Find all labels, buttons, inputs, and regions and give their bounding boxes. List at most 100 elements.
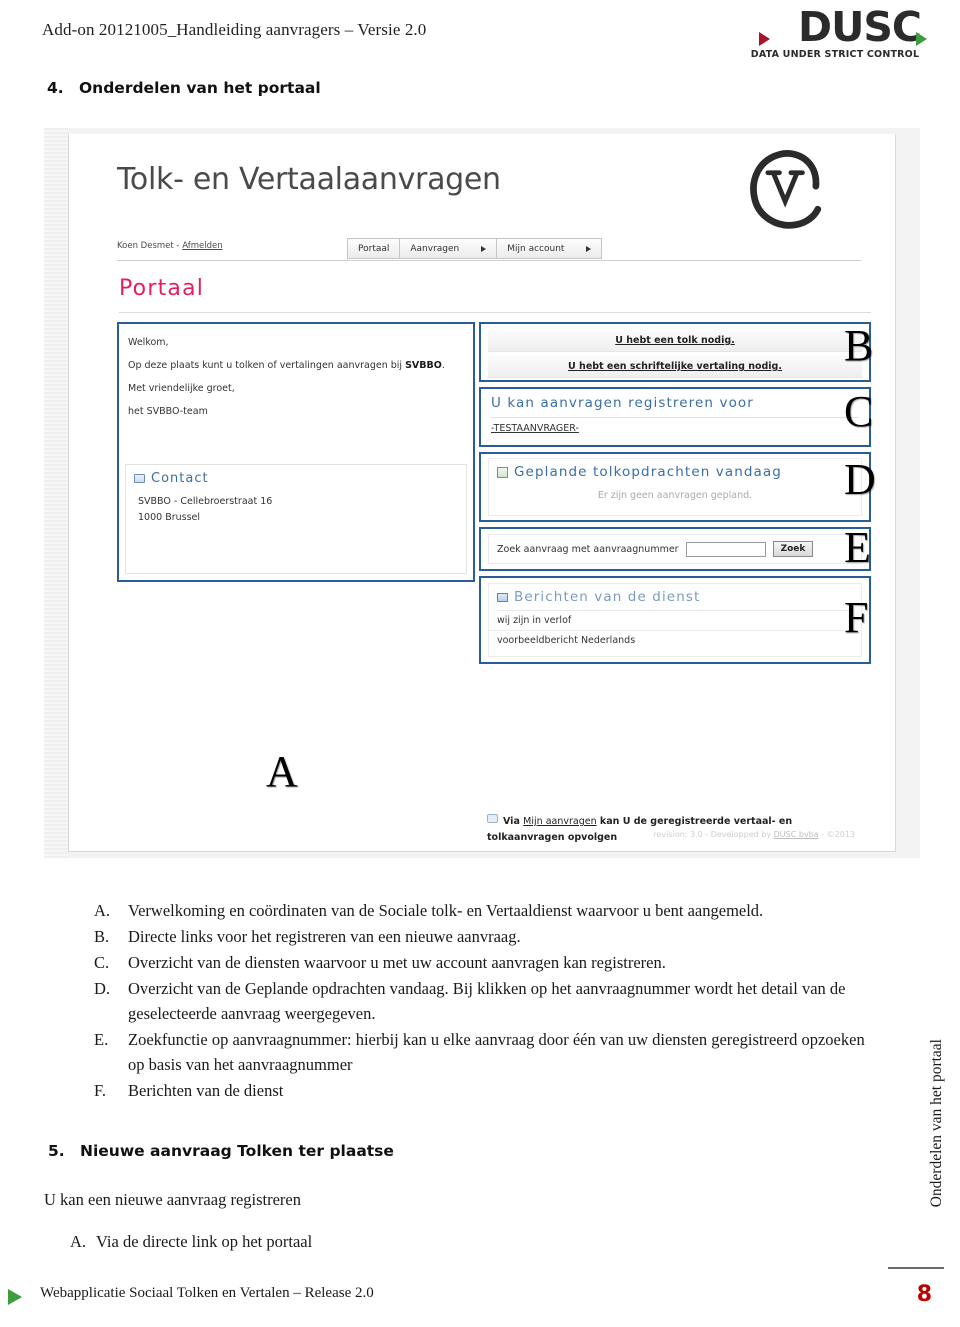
portal-app-title: Tolk- en Vertaalaanvragen: [117, 162, 501, 197]
logout-link[interactable]: Afmelden: [182, 241, 222, 251]
page-number: 8: [916, 1282, 932, 1307]
panel-f-title: Berichten van de dienst: [489, 584, 861, 605]
document-header: Add-on 20121005_Handleiding aanvragers –…: [0, 0, 960, 72]
panel-d-empty-message: Er zijn geen aanvragen gepland.: [597, 490, 753, 501]
callout-marker-c: C: [844, 387, 874, 436]
section-5-sub-text: Via de directe link op het portaal: [96, 1232, 313, 1251]
legend-text: Berichten van de dienst: [128, 1081, 284, 1100]
user-info: Koen Desmet - Afmelden: [117, 241, 223, 251]
contact-title: Contact: [126, 465, 466, 486]
user-name-label: Koen Desmet -: [117, 241, 183, 251]
org-name: SVBBO: [405, 360, 442, 371]
greeting-line: Met vriendelijke groet,: [128, 383, 235, 394]
list-item: F. Berichten van de dienst: [94, 1078, 884, 1103]
service-link-testaanvrager[interactable]: -TESTAANVRAGER-: [481, 418, 869, 434]
contact-title-label: Contact: [151, 471, 209, 486]
logo-wordmark: DUSC: [798, 3, 922, 51]
v-circle-logo-icon: [750, 150, 822, 229]
section-5-intro: U kan een nieuwe aanvraag registreren: [44, 1190, 301, 1209]
panel-c-title: U kan aanvragen registreren voor: [491, 395, 754, 411]
logo-right-triangle-icon: [916, 32, 927, 46]
envelope-icon: [497, 592, 508, 602]
section-5-sub-item: A. Via de directe link op het portaal: [70, 1232, 312, 1252]
revision-post: - ©2013: [818, 830, 855, 839]
panel-d-inner: Geplande tolkopdrachten vandaag Er zijn …: [488, 458, 862, 516]
panel-f-inner: Berichten van de dienst wij zijn in verl…: [488, 583, 862, 657]
callout-marker-a: A: [266, 747, 298, 796]
link-tolk-nodig[interactable]: U hebt een tolk nodig.: [488, 330, 862, 352]
welcome-line: Welkom,: [128, 337, 169, 348]
portal-right-column: U hebt een tolk nodig. U hebt een schrif…: [479, 322, 871, 664]
nav-label-mijn-account: Mijn account: [507, 243, 565, 254]
search-row: Zoek aanvraag met aanvraagnummer Zoek: [488, 534, 862, 564]
callout-marker-e: E: [844, 523, 871, 572]
panel-d-scheduled: Geplande tolkopdrachten vandaag Er zijn …: [479, 452, 871, 522]
nav-item-mijn-account[interactable]: Mijn account: [497, 239, 601, 258]
link-tolk-nodig-label: U hebt een tolk nodig.: [615, 335, 735, 346]
legend-text: Zoekfunctie op aanvraagnummer: hierbij k…: [128, 1030, 865, 1074]
callout-marker-d: D: [844, 455, 876, 504]
legend-letter: F.: [94, 1081, 106, 1100]
portal-screenshot: Tolk- en Vertaalaanvragen Koen Desmet - …: [44, 128, 920, 858]
page-heading: Portaal: [119, 276, 205, 301]
dusc-bvba-link[interactable]: DUSC bvba: [774, 830, 819, 839]
dusc-logo: DUSC DATA UNDER STRICT CONTROL: [745, 3, 927, 64]
document-title: Add-on 20121005_Handleiding aanvragers –…: [42, 20, 427, 39]
nav-label-portaal: Portaal: [358, 243, 390, 254]
logo-tagline: DATA UNDER STRICT CONTROL: [750, 49, 920, 60]
portal-browser-page: Tolk- en Vertaalaanvragen Koen Desmet - …: [68, 134, 896, 852]
footer-triangle-icon: [8, 1289, 22, 1305]
search-input[interactable]: [685, 541, 766, 557]
section-5-title: Nieuwe aanvraag Tolken ter plaatse: [80, 1142, 394, 1160]
section-5-number: 5.: [48, 1142, 65, 1160]
panel-d-title: Geplande tolkopdrachten vandaag: [489, 459, 861, 480]
section-4-number: 4.: [47, 79, 64, 97]
contact-line-1: SVBBO - Cellebroerstraat 16: [138, 496, 273, 507]
legend-text: Overzicht van de Geplande opdrachten van…: [128, 979, 846, 1023]
intro-line: Op deze plaats kunt u tolken of vertalin…: [128, 354, 464, 377]
calendar-grid-icon: [497, 466, 508, 478]
revision-footer: revision: 3.0 - Developped by DUSC bvba …: [653, 830, 855, 839]
heading-divider: [119, 312, 871, 313]
nav-item-portaal[interactable]: Portaal: [348, 239, 401, 258]
legend-letter: A.: [94, 901, 111, 920]
search-label: Zoek aanvraag met aanvraagnummer: [497, 543, 679, 555]
section-5-heading: 5. Nieuwe aanvraag Tolken ter plaatse: [48, 1142, 394, 1160]
panel-e-search: Zoek aanvraag met aanvraagnummer Zoek: [479, 527, 871, 571]
list-item: A. Verwelkoming en coördinaten van de Soc…: [94, 898, 884, 923]
intro-post: .: [441, 360, 445, 371]
nav-item-aanvragen[interactable]: Aanvragen: [400, 239, 498, 258]
nav-label-aanvragen: Aanvragen: [410, 243, 460, 254]
callout-marker-b: B: [844, 321, 874, 370]
panel-b-direct-links: U hebt een tolk nodig. U hebt een schrif…: [479, 322, 871, 382]
sidebar-section-label: Onderdelen van het portaal: [928, 1038, 945, 1207]
panel-a-welcome: Welkom, Op deze plaats kunt u tolken of …: [117, 322, 475, 582]
list-item: E. Zoekfunctie op aanvraagnummer: hierbij…: [94, 1027, 884, 1077]
panel-c-services: U kan aanvragen registreren voor -TESTAA…: [479, 387, 871, 447]
contact-address: SVBBO - Cellebroerstraat 16 1000 Brussel: [126, 486, 466, 526]
portal-navbar: Portaal Aanvragen Mijn account: [347, 238, 603, 259]
team-line: het SVBBO-team: [128, 406, 208, 417]
contact-box: Contact SVBBO - Cellebroerstraat 16 1000…: [125, 464, 467, 574]
message-item: voorbeeldbericht Nederlands: [497, 635, 636, 646]
search-button[interactable]: Zoek: [772, 541, 814, 557]
page-number-rule: [888, 1267, 944, 1269]
contact-line-2: 1000 Brussel: [138, 512, 201, 523]
legend-letter: B.: [94, 927, 110, 946]
section-5-sub-letter: A.: [70, 1232, 87, 1251]
link-vertaling-nodig[interactable]: U hebt een schriftelijke vertaling nodig…: [488, 356, 862, 378]
list-item: D. Overzicht van de Geplande opdrachten v…: [94, 976, 884, 1026]
chevron-right-icon: [586, 245, 592, 252]
message-item: wij zijn in verlof: [489, 611, 861, 631]
callout-marker-f: F: [844, 593, 869, 642]
screenshot-left-stripe: [44, 128, 68, 858]
legend-list: A. Verwelkoming en coördinaten van de Soc…: [94, 898, 884, 1104]
mijn-aanvragen-link[interactable]: Mijn aanvragen: [523, 816, 596, 827]
legend-letter: E.: [94, 1030, 109, 1049]
revision-pre: revision: 3.0 - Developped by: [653, 830, 774, 839]
footer-text: Webapplicatie Sociaal Tolken en Vertalen…: [40, 1285, 374, 1301]
legend-text: Directe links voor het registreren van e…: [128, 927, 521, 946]
section-4-title: Onderdelen van het portaal: [79, 79, 321, 97]
speech-bubble-icon: [487, 814, 498, 823]
legend-letter: C.: [94, 953, 110, 972]
